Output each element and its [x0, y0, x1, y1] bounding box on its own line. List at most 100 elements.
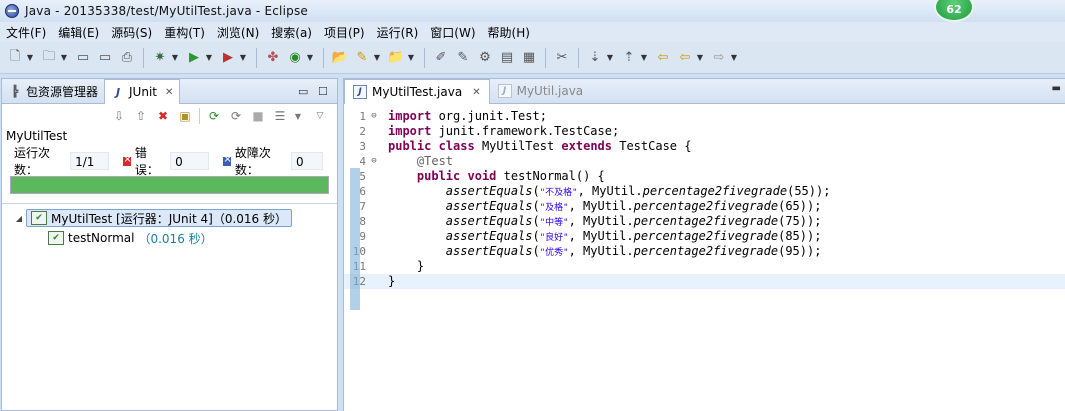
menu-refactor[interactable]: 重构(T)	[158, 24, 211, 41]
menu-source[interactable]: 源码(S)	[105, 24, 158, 41]
close-icon[interactable]: ✕	[472, 87, 480, 98]
tab-junit[interactable]: J JUnit ✕	[104, 79, 181, 104]
menu-search[interactable]: 搜索(a)	[265, 24, 318, 41]
external-tools-icon[interactable]: ▶	[219, 49, 237, 67]
code-line: 9 assertEquals("良好", MyUtil.percentage2f…	[344, 229, 1065, 244]
new-package-dropdown-icon[interactable]: ▼	[60, 49, 68, 67]
tree-row-selection: ✔ MyUtilTest [运行器：JUnit 4]（0.016 秒）	[26, 209, 293, 227]
debug-icon[interactable]: ✷	[151, 49, 169, 67]
history-dropdown-icon[interactable]: ▼	[293, 107, 303, 125]
code-area[interactable]: 1 ⊖ import org.junit.Test; 2 import juni…	[344, 104, 1065, 310]
menu-window[interactable]: 窗口(W)	[424, 24, 481, 41]
method-call: assertEquals	[445, 244, 533, 258]
test-passed-icon: ✔	[48, 231, 64, 245]
save-icon[interactable]: ▭	[74, 49, 92, 67]
pin-editor-icon[interactable]: ✂	[553, 49, 571, 67]
new-package-icon[interactable]: 🗀	[40, 49, 58, 67]
view-menu-icon[interactable]: ▽	[313, 107, 327, 125]
code-text: }	[388, 274, 396, 288]
method-call: assertEquals	[445, 184, 533, 198]
tree-row-test-method[interactable]: ✔ testNormal （0.016 秒）	[2, 228, 337, 248]
menu-run[interactable]: 运行(R)	[371, 24, 425, 41]
code-editor: J MyUtilTest.java ✕ J MyUtil.java ▬ 1 ⊖ …	[343, 78, 1065, 411]
minimize-icon[interactable]: ▭	[298, 85, 308, 98]
search-folder-icon[interactable]: 📁	[387, 49, 405, 67]
previous-failure-icon[interactable]: ⇧	[132, 107, 150, 125]
next-failure-icon[interactable]: ⇩	[110, 107, 128, 125]
toggle-edit-icon[interactable]: ✎	[454, 49, 472, 67]
run-icon[interactable]: ▶	[185, 49, 203, 67]
forward-dropdown-icon[interactable]: ▼	[730, 49, 738, 67]
block-selection-icon[interactable]: ▦	[520, 49, 538, 67]
forward-icon[interactable]: ⇨	[710, 49, 728, 67]
open-task-icon[interactable]: ✎	[353, 49, 371, 67]
change-ruler	[350, 168, 360, 310]
rerun-test-icon[interactable]: ⟳	[205, 107, 223, 125]
run-dropdown-icon[interactable]: ▼	[205, 49, 213, 67]
search-dropdown-icon[interactable]: ▼	[407, 49, 415, 67]
method-call: percentage2fivegrade	[633, 199, 779, 213]
next-annotation-dropdown-icon[interactable]: ▼	[606, 49, 614, 67]
fold-icon[interactable]: ⊖	[368, 154, 380, 169]
test-counters: 运行次数： 1/1 错误： 0 故障次数： 0	[2, 146, 337, 177]
show-failures-only-icon[interactable]: ✖	[154, 107, 172, 125]
tab-package-explorer[interactable]: ╠ 包资源管理器	[2, 79, 104, 103]
scroll-lock-icon[interactable]: ▣	[176, 107, 194, 125]
prev-annotation-icon[interactable]: ⇡	[620, 49, 638, 67]
external-tools-dropdown-icon[interactable]: ▼	[239, 49, 247, 67]
new-icon[interactable]: 🗋	[6, 49, 24, 67]
new-class-dropdown-icon[interactable]: ▼	[306, 49, 314, 67]
expand-arrow-icon[interactable]: ◢	[14, 214, 24, 223]
method-call: percentage2fivegrade	[633, 214, 779, 228]
debug-dropdown-icon[interactable]: ▼	[171, 49, 179, 67]
next-annotation-icon[interactable]: ⇣	[586, 49, 604, 67]
save-all-icon[interactable]: ▭	[96, 49, 114, 67]
maximize-icon[interactable]: ☐	[318, 85, 328, 98]
notification-badge[interactable]: 62	[934, 0, 974, 22]
code-text: org.junit.Test;	[431, 109, 547, 123]
toggle-breadcrumb-icon[interactable]: ⚙	[476, 49, 494, 67]
open-task-dropdown-icon[interactable]: ▼	[373, 49, 381, 67]
menu-help[interactable]: 帮助(H)	[482, 24, 536, 41]
minimize-icon[interactable]: ▬	[1052, 83, 1061, 94]
string-literal: "中等"	[539, 218, 569, 228]
new-class-icon[interactable]: ◉	[286, 49, 304, 67]
new-java-project-icon[interactable]: ✤	[264, 49, 282, 67]
open-type-icon[interactable]: 📂	[331, 49, 349, 67]
method-call: assertEquals	[445, 229, 533, 243]
prev-annotation-dropdown-icon[interactable]: ▼	[640, 49, 648, 67]
last-edit-icon[interactable]: ⇦	[654, 49, 672, 67]
tab-package-explorer-label: 包资源管理器	[26, 84, 99, 99]
keyword: import	[388, 124, 432, 138]
main-toolbar: 🗋 ▼ 🗀 ▼ ▭ ▭ ⎙ ✷ ▼ ▶ ▼ ▶ ▼ ✤ ◉ ▼ 📂 ✎ ▼ 📁 …	[0, 42, 1065, 74]
fold-icon[interactable]: ⊖	[368, 109, 380, 124]
left-view-tabs: ╠ 包资源管理器 J JUnit ✕ ▭ ☐	[2, 79, 337, 104]
toggle-mark-icon[interactable]: ✐	[432, 49, 450, 67]
new-dropdown-icon[interactable]: ▼	[26, 49, 34, 67]
show-whitespace-icon[interactable]: ▤	[498, 49, 516, 67]
code-line: 8 assertEquals("中等", MyUtil.percentage2f…	[344, 214, 1065, 229]
code-text: (85));	[778, 229, 822, 243]
menu-navigate[interactable]: 浏览(N)	[211, 24, 265, 41]
menu-edit[interactable]: 编辑(E)	[52, 24, 105, 41]
method-call: assertEquals	[445, 199, 533, 213]
tree-row-test-class[interactable]: ◢ ✔ MyUtilTest [运行器：JUnit 4]（0.016 秒）	[2, 208, 337, 228]
annotation: @Test	[416, 154, 454, 168]
back-icon[interactable]: ⇦	[676, 49, 694, 67]
java-file-icon: J	[497, 84, 512, 98]
rerun-failed-first-icon[interactable]: ⟳	[227, 107, 245, 125]
test-suite-passed-icon: ✔	[31, 211, 47, 225]
menu-file[interactable]: 文件(F)	[0, 24, 52, 41]
back-dropdown-icon[interactable]: ▼	[696, 49, 704, 67]
tab-myutiltest[interactable]: J MyUtilTest.java ✕	[344, 79, 490, 104]
code-line: 5 public void testNormal() {	[344, 169, 1065, 184]
tab-myutil[interactable]: J MyUtil.java	[490, 79, 592, 103]
stop-icon[interactable]: ■	[249, 107, 267, 125]
code-text: (65));	[778, 199, 822, 213]
close-icon[interactable]: ✕	[165, 87, 173, 98]
test-progress-bar	[10, 176, 329, 194]
test-history-icon[interactable]: ☰	[271, 107, 289, 125]
print-icon[interactable]: ⎙	[118, 49, 136, 67]
keyword: public	[388, 139, 432, 153]
menu-project[interactable]: 项目(P)	[318, 24, 371, 41]
